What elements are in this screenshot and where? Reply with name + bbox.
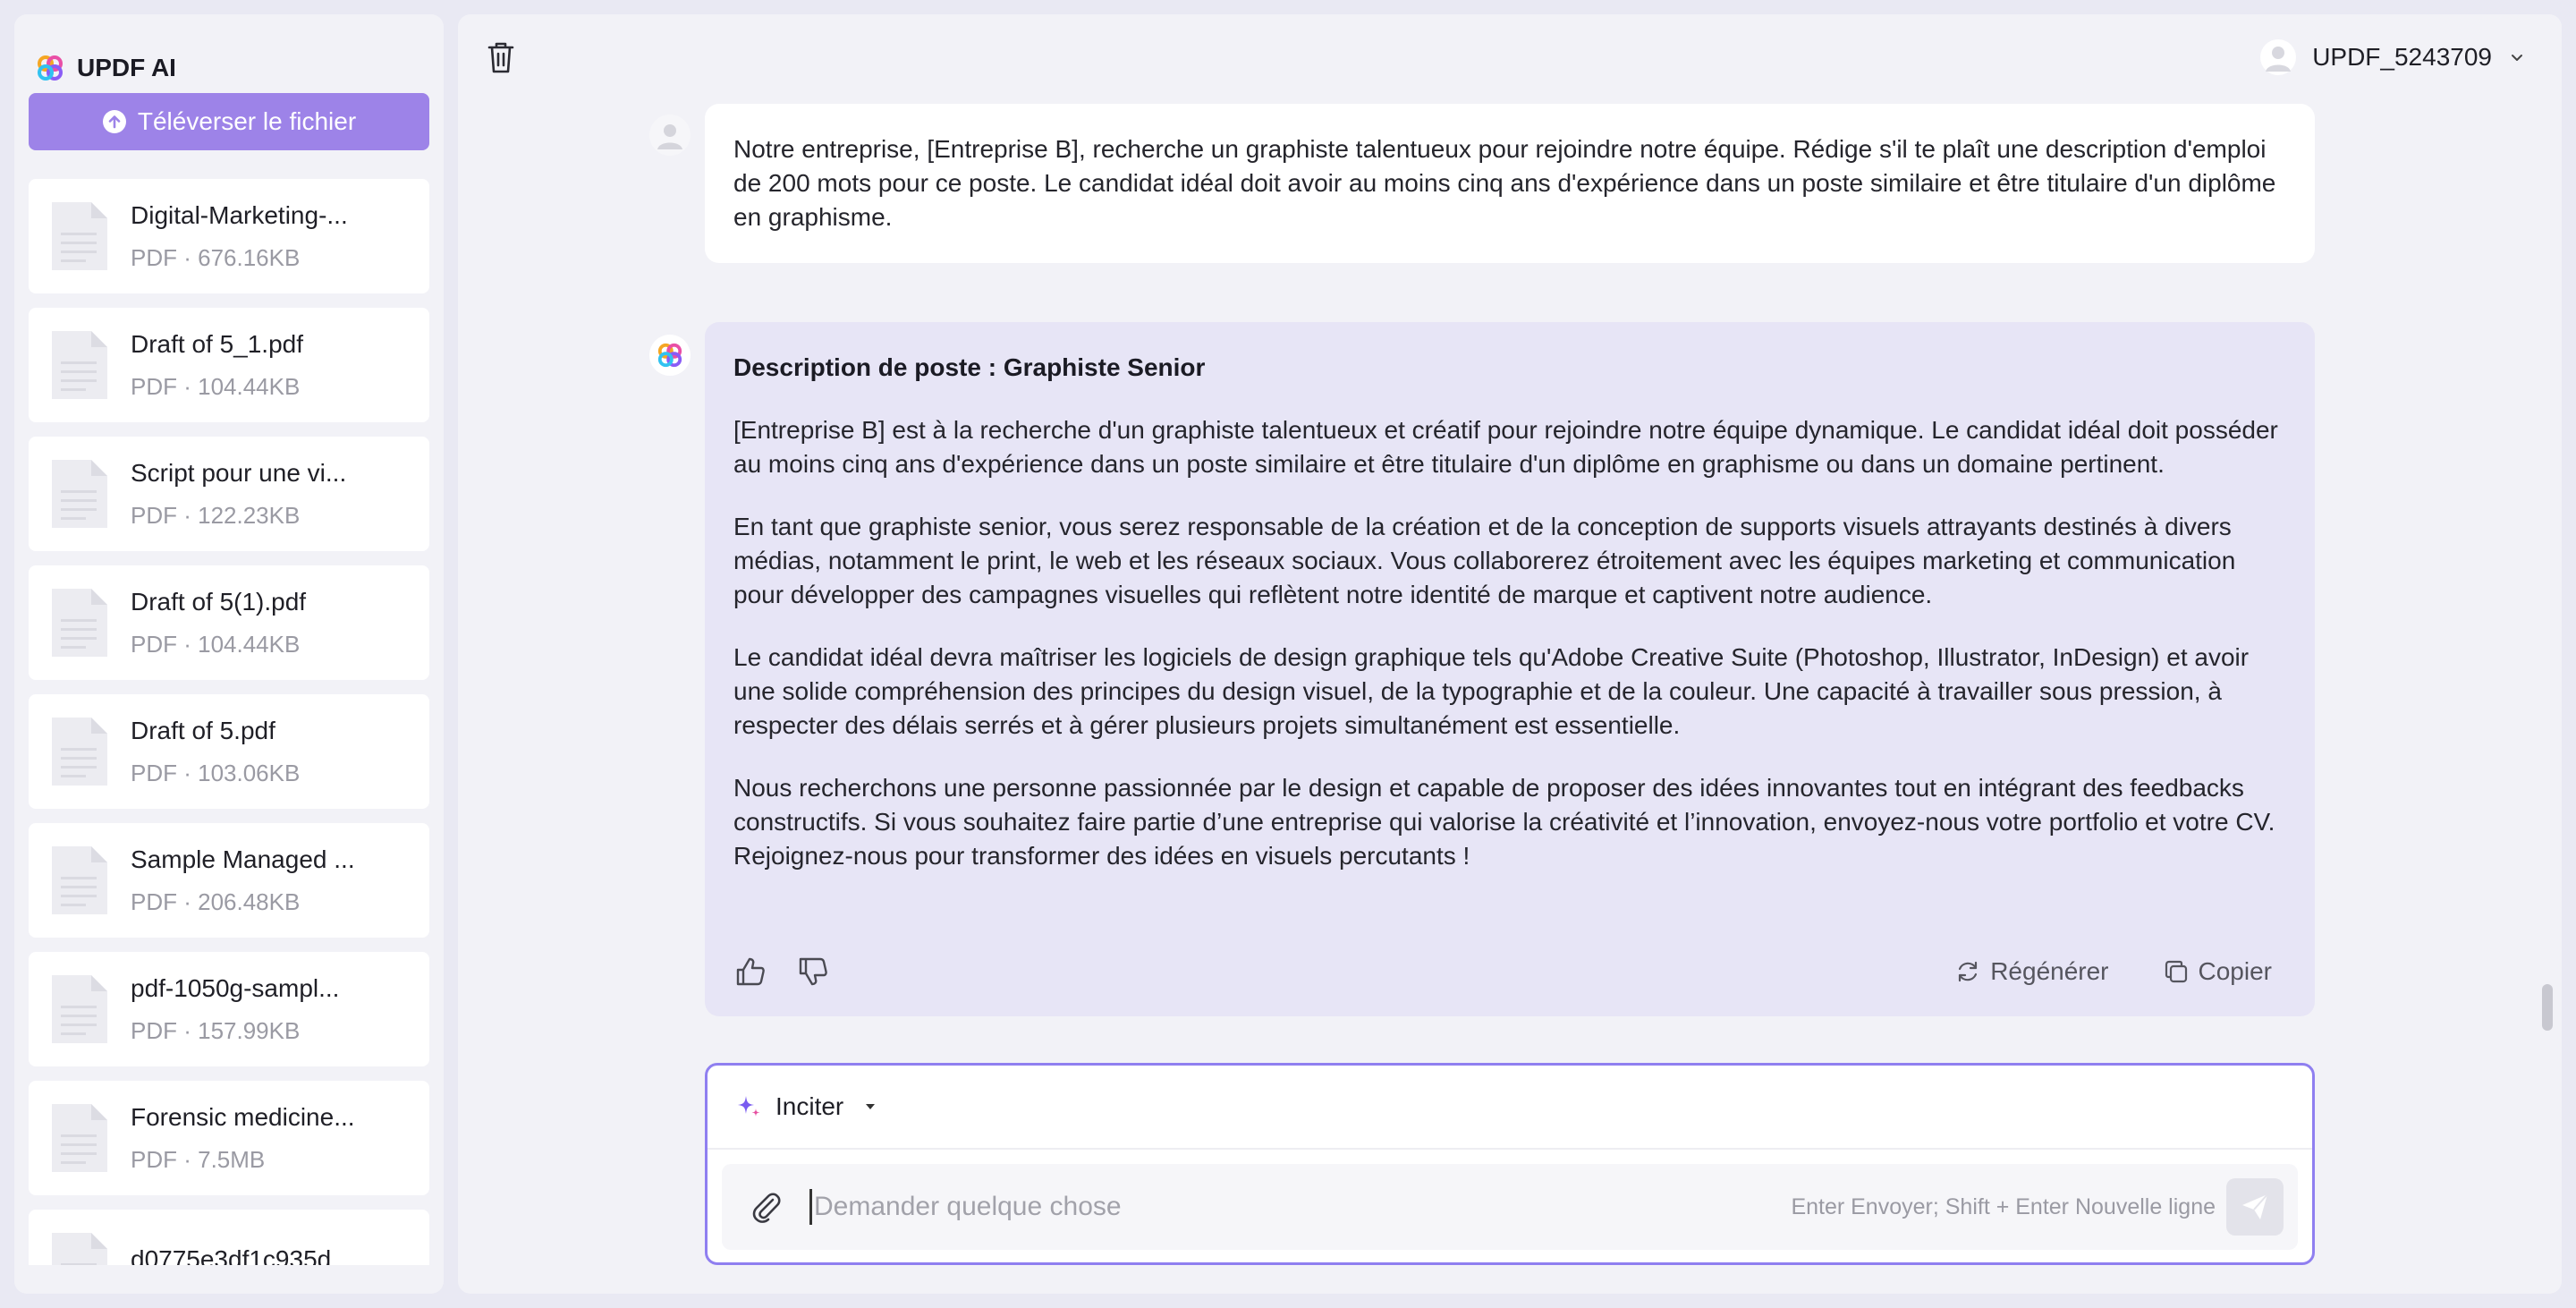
input-row: Enter Envoyer; Shift + Enter Nouvelle li… — [722, 1164, 2298, 1250]
file-item[interactable]: Draft of 5_1.pdf PDF · 104.44KB — [29, 308, 429, 422]
file-item[interactable]: Draft of 5.pdf PDF · 103.06KB — [29, 694, 429, 809]
ai-response: Description de poste : Graphiste Senior … — [705, 322, 2315, 1016]
regenerate-button[interactable]: Régénérer — [1954, 957, 2109, 986]
file-name: Sample Managed ... — [131, 845, 355, 873]
document-icon — [52, 718, 107, 786]
user-avatar — [649, 115, 691, 156]
upload-file-label: Téléverser le fichier — [137, 107, 357, 135]
chat-scrollbar[interactable] — [2542, 984, 2553, 1031]
document-icon — [52, 202, 107, 270]
send-button[interactable] — [2226, 1178, 2284, 1236]
chat-panel: UPDF_5243709 Notre entreprise, [Entrepri… — [458, 14, 2562, 1294]
file-info: PDF · 104.44KB — [131, 372, 301, 400]
file-name: Draft of 5_1.pdf — [131, 329, 304, 358]
thumbs-up-icon — [736, 957, 765, 986]
refresh-icon — [1959, 961, 1978, 982]
user-icon — [657, 124, 682, 149]
composer: Inciter Enter Envoyer; Shift + Enter Nou… — [705, 1063, 2315, 1265]
username: UPDF_5243709 — [2312, 43, 2492, 71]
file-item[interactable]: Draft of 5(1).pdf PDF · 104.44KB — [29, 565, 429, 680]
caret-down-icon — [866, 1104, 876, 1109]
ai-response-paragraph: Le candidat idéal devra maîtriser les lo… — [733, 643, 2250, 739]
copy-label: Copier — [2198, 957, 2272, 985]
upload-file-button[interactable]: Téléverser le fichier — [29, 93, 429, 150]
file-item[interactable]: Sample Managed ... PDF · 206.48KB — [29, 823, 429, 938]
file-info: PDF · 104.44KB — [131, 630, 301, 658]
sparkle-icon — [738, 1096, 760, 1117]
sidebar: UPDF AI Téléverser le fichier Digital-Ma… — [14, 14, 444, 1294]
file-name: Draft of 5.pdf — [131, 716, 275, 744]
user-menu[interactable]: UPDF_5243709 — [2260, 39, 2526, 75]
document-icon — [52, 331, 107, 399]
file-info: PDF · 157.99KB — [131, 1016, 301, 1044]
document-icon — [52, 1233, 107, 1265]
file-name: Draft of 5(1).pdf — [131, 587, 307, 616]
chevron-down-icon — [2512, 55, 2522, 61]
prompt-label: Inciter — [775, 1092, 844, 1120]
updf-ai-app: UPDF AI Téléverser le fichier Digital-Ma… — [0, 0, 2576, 1308]
file-item[interactable]: Digital-Marketing-... PDF · 676.16KB — [29, 179, 429, 293]
user-icon — [2266, 47, 2292, 72]
file-item[interactable]: Forensic medicine... PDF · 7.5MB — [29, 1081, 429, 1195]
thumbs-up-button[interactable] — [733, 955, 767, 989]
prompt-selector[interactable]: Inciter — [708, 1066, 2312, 1150]
file-name: pdf-1050g-sampl... — [131, 973, 340, 1002]
clear-chat-button[interactable] — [485, 39, 517, 75]
upload-icon — [102, 110, 126, 133]
brand: UPDF AI — [36, 54, 176, 82]
ai-response-paragraph: Nous recherchons une personne passionnée… — [733, 774, 2275, 870]
document-icon — [52, 460, 107, 528]
document-icon — [52, 1104, 107, 1172]
file-name: Script pour une vi... — [131, 458, 347, 487]
file-item[interactable]: d0775e3df1c935d... — [29, 1210, 429, 1265]
file-info: PDF · 206.48KB — [131, 888, 301, 915]
ai-response-paragraph: [Entreprise B] est à la recherche d'un g… — [733, 416, 2278, 478]
ai-avatar — [649, 335, 691, 376]
file-list: Digital-Marketing-... PDF · 676.16KB Draf… — [29, 179, 429, 1265]
regenerate-label: Régénérer — [1990, 957, 2109, 985]
keyboard-hint: Enter Envoyer; Shift + Enter Nouvelle li… — [1791, 1193, 2216, 1219]
paperclip-icon — [752, 1193, 781, 1223]
file-info: PDF · 7.5MB — [131, 1145, 266, 1173]
thumbs-down-button[interactable] — [796, 955, 830, 989]
ai-response-heading: Description de poste : Graphiste Senior — [733, 353, 1206, 381]
file-name: d0775e3df1c935d... — [131, 1245, 352, 1265]
trash-icon — [487, 42, 514, 73]
user-message: Notre entreprise, [Entreprise B], recher… — [705, 104, 2315, 263]
file-name: Digital-Marketing-... — [131, 200, 348, 229]
document-icon — [52, 846, 107, 914]
send-icon — [2242, 1193, 2268, 1219]
file-item[interactable]: pdf-1050g-sampl... PDF · 157.99KB — [29, 952, 429, 1066]
file-name: Forensic medicine... — [131, 1102, 355, 1131]
updf-logo-icon — [38, 55, 63, 81]
file-info: PDF · 122.23KB — [131, 501, 301, 529]
ask-input[interactable] — [809, 1189, 1792, 1225]
file-info: PDF · 676.16KB — [131, 243, 301, 271]
thumbs-down-icon — [799, 957, 827, 986]
avatar — [2260, 39, 2297, 75]
ai-response-actions: Régénérer Copier — [733, 954, 2272, 989]
copy-button[interactable]: Copier — [2163, 957, 2272, 986]
ai-response-paragraph: En tant que graphiste senior, vous serez… — [733, 513, 2236, 608]
attach-button[interactable] — [749, 1189, 784, 1225]
file-item[interactable]: Script pour une vi... PDF · 122.23KB — [29, 437, 429, 551]
document-icon — [52, 589, 107, 657]
copy-icon — [2165, 960, 2187, 983]
updf-logo-icon — [657, 343, 682, 368]
brand-title: UPDF AI — [77, 54, 176, 81]
file-info: PDF · 103.06KB — [131, 759, 301, 786]
document-icon — [52, 975, 107, 1043]
